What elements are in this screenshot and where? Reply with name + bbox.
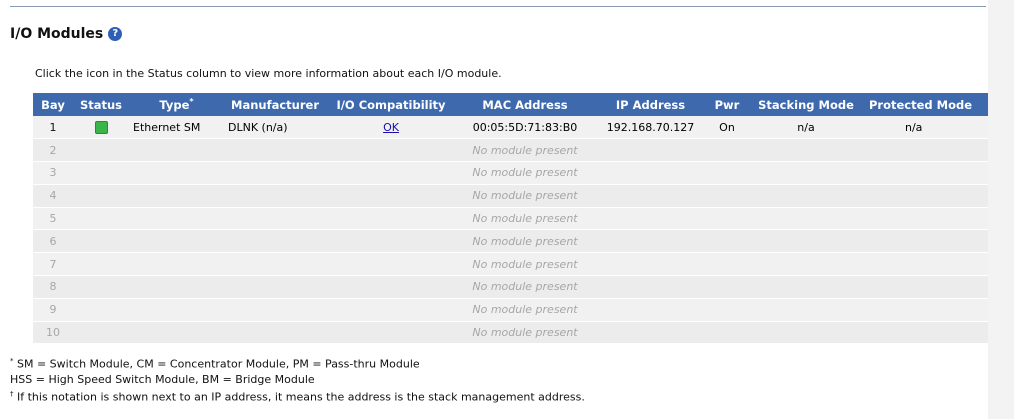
footnote-1-text: SM = Switch Module, CM = Concentrator Mo… (17, 357, 420, 371)
col-protected-mode: Protected Mode (869, 97, 973, 112)
status-ok-icon[interactable] (94, 120, 108, 134)
no-module-text: No module present (456, 207, 594, 231)
col-type-footnote-mark: * (189, 97, 194, 107)
bay-number: 4 (33, 184, 73, 208)
io-compatibility-cell: OK (326, 116, 456, 140)
col-io-compatibility: I/O Compatibility (336, 97, 446, 112)
col-status: Status (79, 97, 123, 112)
bay-number: 7 (33, 252, 73, 277)
bay-number: 8 (33, 275, 73, 299)
mac-address: 00:05:5D:71:83:B0 (456, 116, 594, 140)
footnotes: * SM = Switch Module, CM = Concentrator … (10, 354, 585, 404)
manufacturer: DLNK (n/a) (224, 116, 326, 140)
col-bay: Bay (41, 97, 65, 112)
help-icon[interactable]: ? (108, 27, 123, 41)
io-modules-table: Bay Status Type* Manufacturer I/O Compat… (33, 93, 988, 345)
footnote-2: † If this notation is shown next to an I… (10, 387, 585, 405)
no-module-text: No module present (456, 161, 594, 185)
bay-number: 6 (33, 229, 73, 254)
no-module-text: No module present (456, 252, 594, 277)
table-row: 10 No module present (33, 321, 988, 345)
col-mac-address: MAC Address (482, 97, 568, 112)
table-row: 8 No module present (33, 275, 988, 299)
col-type: Type* (129, 93, 224, 116)
footnote-mark-asterisk: * (10, 357, 14, 365)
bay-number: 3 (33, 161, 73, 185)
status-cell (73, 116, 129, 140)
no-module-text: No module present (456, 321, 594, 345)
bay-number: 1 (33, 116, 73, 140)
module-type: Ethernet SM (129, 116, 224, 140)
no-module-text: No module present (456, 138, 594, 163)
top-divider (10, 6, 986, 7)
bay-number: 5 (33, 207, 73, 231)
footnote-1-cont: HSS = High Speed Switch Module, BM = Bri… (10, 372, 315, 386)
bay-number: 9 (33, 298, 73, 322)
col-manufacturer: Manufacturer (231, 97, 319, 112)
table-row: 9 No module present (33, 298, 988, 322)
footnote-2-text: If this notation is shown next to an IP … (17, 390, 585, 404)
col-type-label: Type (159, 97, 190, 112)
table-row: 5 No module present (33, 207, 988, 231)
table-row: 4 No module present (33, 184, 988, 208)
table-row: 2 No module present (33, 138, 988, 163)
bay-number: 2 (33, 138, 73, 163)
io-compatibility-link[interactable]: OK (383, 121, 399, 134)
io-modules-table-container: Bay Status Type* Manufacturer I/O Compat… (33, 93, 988, 345)
no-module-text: No module present (456, 184, 594, 208)
table-header-row: Bay Status Type* Manufacturer I/O Compat… (33, 93, 988, 116)
ip-address: 192.168.70.127 (594, 116, 707, 140)
no-module-text: No module present (456, 298, 594, 322)
footnote-mark-dagger: † (10, 389, 14, 398)
table-row: 3 No module present (33, 161, 988, 185)
bay-number: 10 (33, 321, 73, 345)
footnote-1: * SM = Switch Module, CM = Concentrator … (10, 354, 585, 372)
table-row: 1 Ethernet SM DLNK (n/a) OK 00:05:5D:71:… (33, 116, 988, 140)
right-scroll-strip (988, 0, 1014, 419)
no-module-text: No module present (456, 229, 594, 254)
power-state: On (707, 116, 747, 140)
col-ip-address: IP Address (615, 97, 686, 112)
col-pwr: Pwr (714, 97, 740, 112)
page-title: I/O Modules (10, 26, 104, 42)
no-module-text: No module present (456, 275, 594, 299)
protected-mode: n/a (865, 116, 988, 140)
table-row: 6 No module present (33, 229, 988, 254)
intro-text: Click the icon in the Status column to v… (35, 67, 502, 80)
table-row: 7 No module present (33, 252, 988, 277)
section-header: I/O Modules ? (10, 26, 123, 42)
col-stacking-mode: Stacking Mode (758, 97, 854, 112)
stacking-mode: n/a (747, 116, 865, 140)
